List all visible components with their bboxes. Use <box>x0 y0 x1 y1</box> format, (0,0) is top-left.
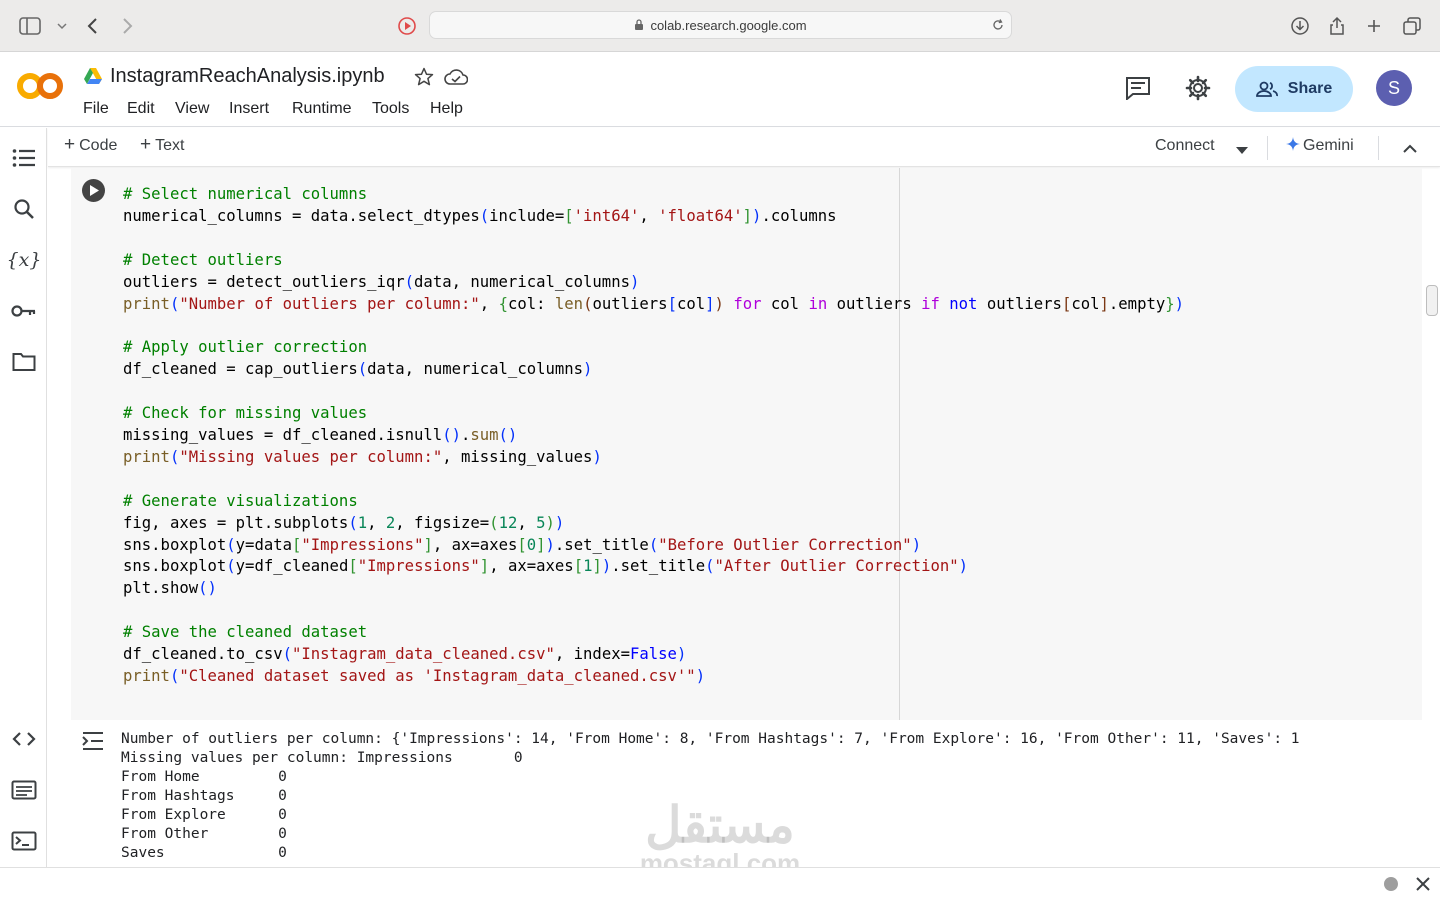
reload-icon[interactable] <box>991 18 1005 32</box>
output-icon[interactable] <box>80 730 106 752</box>
code-comment: # Save the cleaned dataset <box>123 623 368 642</box>
variables-icon[interactable]: {x} <box>7 247 42 273</box>
avatar[interactable]: S <box>1376 70 1412 106</box>
address-bar[interactable]: colab.research.google.com <box>429 11 1012 39</box>
code-string: "Before Outlier Correction" <box>658 535 912 554</box>
toc-icon[interactable] <box>11 145 37 171</box>
connect-button[interactable]: Connect <box>1155 137 1215 155</box>
collapse-icon[interactable] <box>1402 141 1418 159</box>
code-string: "Number of outliers per column:" <box>179 294 480 313</box>
dot-icon[interactable] <box>1384 877 1398 891</box>
sidebar-icon[interactable] <box>18 14 42 38</box>
run-icon[interactable] <box>82 179 105 202</box>
search-icon[interactable] <box>11 196 37 222</box>
code-string: "Instagram_data_cleaned.csv" <box>292 645 555 664</box>
code-comment: # Detect outliers <box>123 250 283 269</box>
tabs-icon[interactable] <box>1400 14 1424 38</box>
scrollbar-thumb[interactable] <box>1426 285 1438 316</box>
chevron-down-icon[interactable] <box>1236 142 1248 160</box>
record-icon[interactable] <box>395 14 419 38</box>
menu-insert[interactable]: Insert <box>229 100 269 118</box>
share-icon[interactable] <box>1325 14 1349 38</box>
output-line: From Home 0 <box>121 769 287 785</box>
star-icon[interactable] <box>414 67 434 92</box>
add-code-label: Code <box>79 137 118 154</box>
gemini-button[interactable]: Gemini <box>1286 137 1354 155</box>
folder-icon[interactable] <box>11 349 37 375</box>
code-comment: # Select numerical columns <box>123 185 368 203</box>
toolbar-divider <box>1267 136 1268 160</box>
forward-icon[interactable] <box>116 14 140 38</box>
watermark: مستقل mostaql.com <box>630 800 810 876</box>
gemini-icon <box>1286 137 1300 151</box>
url-text: colab.research.google.com <box>650 17 807 33</box>
chevron-down-icon[interactable] <box>50 14 74 38</box>
code-editor[interactable]: # Select numerical columns numerical_col… <box>123 184 1184 688</box>
status-bar <box>0 867 1440 900</box>
add-text-button[interactable]: + Text <box>140 134 185 155</box>
colab-logo[interactable] <box>16 69 64 108</box>
cloud-icon[interactable] <box>444 68 469 91</box>
lock-icon <box>635 19 644 30</box>
code-string: "After Outlier Correction" <box>714 557 959 576</box>
add-code-button[interactable]: + Code <box>64 134 118 155</box>
back-icon[interactable] <box>80 14 104 38</box>
code-comment: # Generate visualizations <box>123 491 358 510</box>
key-icon[interactable] <box>11 298 37 324</box>
share-label: Share <box>1287 80 1333 97</box>
people-icon <box>1255 81 1278 97</box>
notebook-toolbar: + Code + Text Connect Gemini <box>48 128 1440 167</box>
menu-edit[interactable]: Edit <box>127 100 155 118</box>
comment-icon[interactable] <box>1125 76 1151 105</box>
download-icon[interactable] <box>1288 14 1312 38</box>
output-line: Missing values per column: Impressions 0 <box>121 750 523 766</box>
output-line: Number of outliers per column: {'Impress… <box>121 731 1300 747</box>
add-text-label: Text <box>155 137 185 154</box>
menu-tools[interactable]: Tools <box>372 100 409 118</box>
colab-header: InstagramReachAnalysis.ipynb File Edit V… <box>0 52 1440 127</box>
code-snippets-icon[interactable] <box>11 726 37 752</box>
menu-help[interactable]: Help <box>430 100 463 118</box>
code-string: "Missing values per column:" <box>179 447 443 466</box>
terminal-icon[interactable] <box>11 828 37 854</box>
drive-icon[interactable] <box>83 67 103 90</box>
toolbar-divider <box>1378 136 1379 160</box>
plus-icon: + <box>140 134 152 155</box>
close-icon[interactable] <box>1415 876 1431 897</box>
share-button[interactable]: Share <box>1235 66 1353 112</box>
menu-file[interactable]: File <box>83 100 109 118</box>
plus-icon[interactable] <box>1362 14 1386 38</box>
code-string: "Cleaned dataset saved as 'Instagram_dat… <box>179 666 696 685</box>
watermark-arabic: مستقل <box>645 797 795 853</box>
gear-icon[interactable] <box>1185 75 1211 106</box>
menu-runtime[interactable]: Runtime <box>292 100 352 118</box>
gemini-label: Gemini <box>1303 137 1354 154</box>
menu-view[interactable]: View <box>175 100 209 118</box>
notebook-title[interactable]: InstagramReachAnalysis.ipynb <box>110 65 385 88</box>
code-comment: # Apply outlier correction <box>123 338 368 357</box>
plus-icon: + <box>64 134 76 155</box>
left-sidebar: {x} <box>0 128 47 868</box>
code-comment: # Check for missing values <box>123 404 368 423</box>
command-palette-icon[interactable] <box>11 777 37 803</box>
browser-toolbar: colab.research.google.com <box>0 0 1440 52</box>
